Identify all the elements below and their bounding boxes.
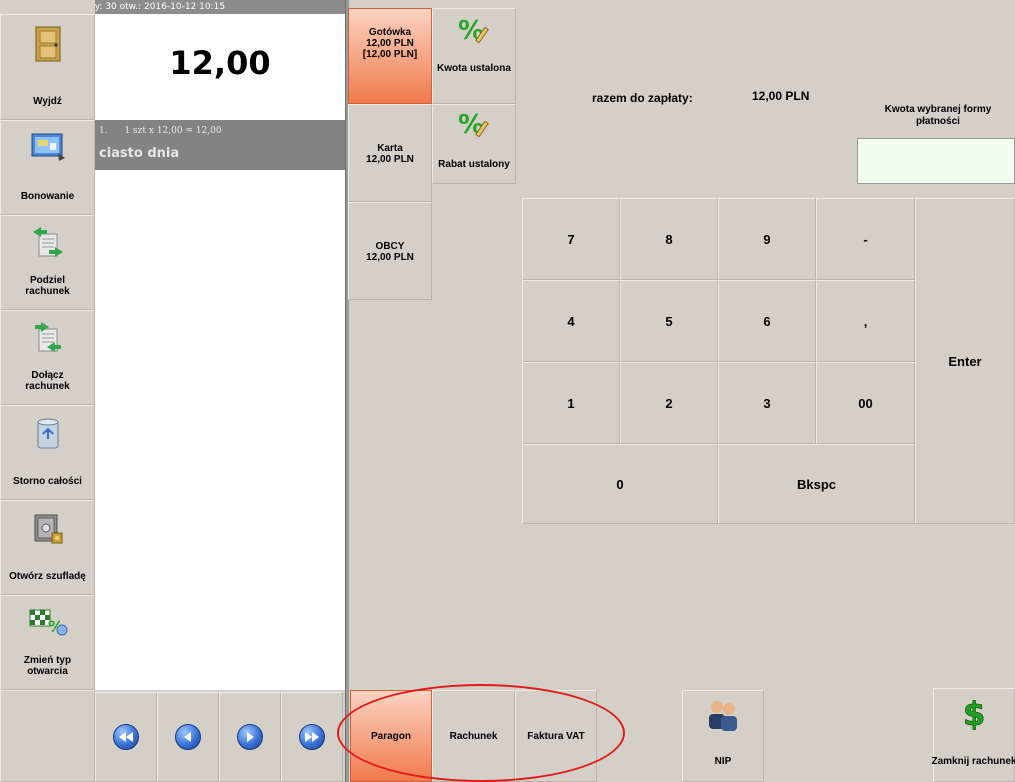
amount-due-value: 12,00 PLN bbox=[752, 89, 810, 103]
key-minus[interactable]: - bbox=[816, 198, 915, 280]
monitor-icon bbox=[31, 133, 65, 161]
payment-other-amount: 12,00 PLN bbox=[366, 252, 414, 263]
split-bill-button[interactable]: Podziel rachunek bbox=[0, 215, 95, 310]
join-bill-label: Dołącz rachunek bbox=[25, 370, 70, 392]
safe-icon bbox=[34, 514, 62, 544]
first-page-button[interactable] bbox=[95, 692, 157, 782]
void-all-button[interactable]: Storno całości bbox=[0, 405, 95, 500]
payment-cash-extra: [12,00 PLN] bbox=[362, 49, 418, 60]
backspace-button[interactable]: Bkspc bbox=[718, 444, 915, 524]
double-left-arrow-icon bbox=[113, 724, 139, 750]
list-item[interactable]: 1. 1 szt x 12,00 = 12,00 ciasto dnia bbox=[95, 120, 345, 170]
fixed-discount-button[interactable]: % Rabat ustalony bbox=[432, 104, 516, 184]
split-bill-icon bbox=[32, 227, 63, 257]
fixed-amount-label: Kwota ustalona bbox=[437, 63, 511, 74]
percent-pencil-icon: % bbox=[458, 110, 489, 140]
prev-page-button[interactable] bbox=[157, 692, 219, 782]
close-bill-label: Zamknij rachunek bbox=[931, 756, 1015, 767]
close-bill-button[interactable]: $ Zamknij rachunek bbox=[931, 688, 1015, 782]
amount-due-label: razem do zapłaty: bbox=[592, 91, 693, 105]
payment-cash-label: Gotówka bbox=[368, 27, 412, 38]
key-7[interactable]: 7 bbox=[522, 198, 620, 280]
payment-cash-button[interactable]: Gotówka 12,00 PLN [12,00 PLN] bbox=[348, 8, 432, 104]
key-9[interactable]: 9 bbox=[718, 198, 816, 280]
sidebar: Wyjdź Bonowanie Podziel rachunek Dołącz … bbox=[0, 0, 95, 782]
line-item-index: 1. bbox=[99, 126, 108, 136]
fixed-amount-button[interactable]: % Kwota ustalona bbox=[432, 8, 516, 104]
payment-other-button[interactable]: OBCY 12,00 PLN bbox=[348, 202, 432, 300]
key-comma[interactable]: , bbox=[816, 280, 915, 362]
vat-invoice-button[interactable]: Faktura VAT bbox=[515, 690, 597, 782]
door-icon bbox=[35, 26, 60, 62]
bonowanie-label: Bonowanie bbox=[20, 191, 75, 202]
key-4[interactable]: 4 bbox=[522, 280, 620, 362]
key-3[interactable]: 3 bbox=[718, 362, 816, 444]
receipt-total: 12,00 bbox=[169, 44, 271, 82]
exit-label: Wyjdź bbox=[33, 96, 62, 107]
receipt-navigation bbox=[95, 690, 345, 782]
receipt-panel: 12,00 1. 1 szt x 12,00 = 12,00 ciasto dn… bbox=[95, 14, 345, 690]
change-opening-type-button[interactable]: % Zmień typ otwarcia bbox=[0, 595, 95, 690]
nip-label: NIP bbox=[714, 756, 732, 767]
sidebar-empty-slot bbox=[0, 690, 95, 782]
line-item-details: 1. 1 szt x 12,00 = 12,00 bbox=[99, 126, 222, 136]
enter-button[interactable]: Enter bbox=[915, 198, 1015, 524]
selected-amount-label: Kwota wybranej formy płatności bbox=[884, 104, 992, 127]
key-1[interactable]: 1 bbox=[522, 362, 620, 444]
receipt-paragon-button[interactable]: Paragon bbox=[350, 690, 432, 782]
percent-pencil-icon: % bbox=[458, 16, 489, 46]
exit-button[interactable]: Wyjdź bbox=[0, 14, 95, 120]
key-2[interactable]: 2 bbox=[620, 362, 718, 444]
key-00[interactable]: 00 bbox=[816, 362, 915, 444]
left-arrow-icon bbox=[175, 724, 201, 750]
void-all-label: Storno całości bbox=[13, 476, 82, 487]
key-0[interactable]: 0 bbox=[522, 444, 718, 524]
split-bill-label: Podziel rachunek bbox=[25, 275, 70, 297]
next-page-button[interactable] bbox=[219, 692, 281, 782]
double-right-arrow-icon bbox=[299, 724, 325, 750]
svg-text:$: $ bbox=[963, 695, 985, 731]
key-6[interactable]: 6 bbox=[718, 280, 816, 362]
last-page-button[interactable] bbox=[281, 692, 343, 782]
join-bill-button[interactable]: Dołącz rachunek bbox=[0, 310, 95, 405]
payment-card-button[interactable]: Karta 12,00 PLN bbox=[348, 104, 432, 202]
right-arrow-icon bbox=[237, 724, 263, 750]
people-icon bbox=[709, 701, 737, 731]
selected-amount-input[interactable] bbox=[857, 138, 1015, 184]
open-drawer-button[interactable]: Otwórz szufladę bbox=[0, 500, 95, 595]
open-drawer-label: Otwórz szufladę bbox=[9, 571, 86, 582]
payment-other-label: OBCY bbox=[375, 241, 405, 252]
recycle-bin-icon bbox=[37, 418, 58, 449]
change-opening-type-label: Zmień typ otwarcia bbox=[23, 655, 72, 677]
bonowanie-button[interactable]: Bonowanie bbox=[0, 120, 95, 215]
payment-card-label: Karta bbox=[377, 143, 403, 154]
line-item-name: ciasto dnia bbox=[99, 146, 180, 161]
bill-rachunek-button[interactable]: Rachunek bbox=[432, 690, 515, 782]
key-5[interactable]: 5 bbox=[620, 280, 718, 362]
nip-button[interactable]: NIP bbox=[682, 690, 764, 782]
payment-card-amount: 12,00 PLN bbox=[366, 154, 414, 165]
dollar-icon: $ bbox=[963, 695, 986, 731]
payment-cash-amount: 12,00 PLN bbox=[366, 38, 414, 49]
key-8[interactable]: 8 bbox=[620, 198, 718, 280]
fixed-discount-label: Rabat ustalony bbox=[438, 159, 510, 170]
percent-flag-icon: % bbox=[29, 609, 67, 636]
line-item-qty: 1 szt x 12,00 = 12,00 bbox=[124, 126, 222, 136]
join-bill-icon bbox=[34, 322, 61, 352]
